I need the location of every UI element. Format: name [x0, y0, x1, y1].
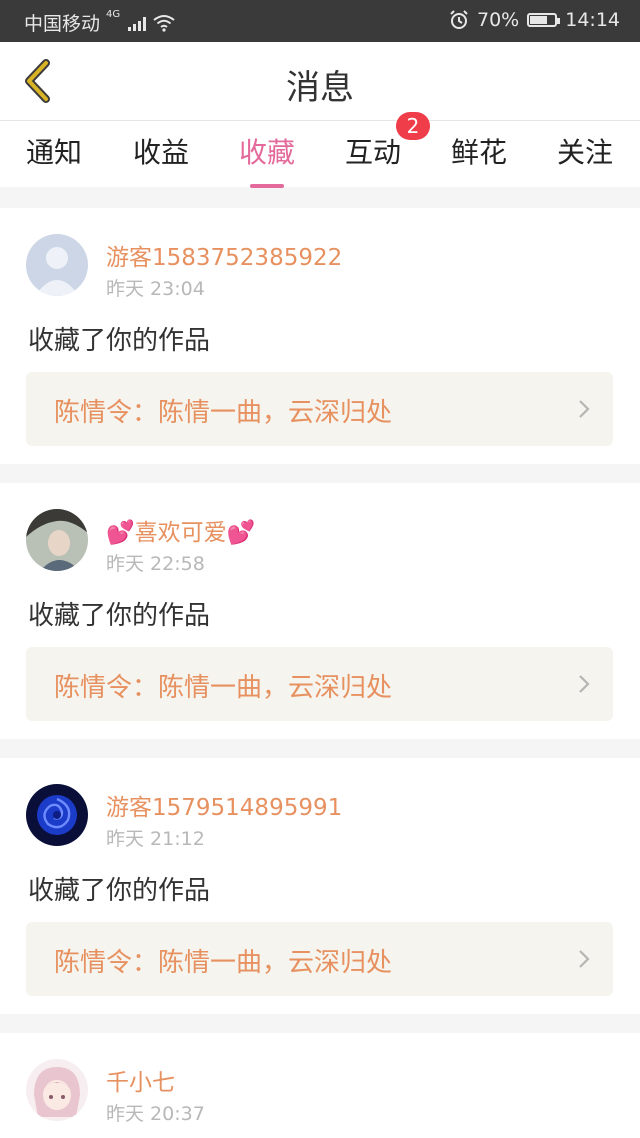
- tab-following[interactable]: 关注: [532, 131, 638, 171]
- tab-label: 收益: [132, 136, 189, 169]
- network-type: 4G: [106, 9, 121, 20]
- battery-icon: [527, 13, 561, 27]
- carrier-label: 中国移动: [24, 13, 101, 35]
- tab-label: 收藏: [238, 136, 295, 169]
- username[interactable]: 千小七: [106, 1063, 175, 1097]
- timestamp: 昨天 23:04: [106, 278, 205, 300]
- tab-earnings[interactable]: 收益: [108, 131, 214, 171]
- chevron-right-icon: [579, 675, 590, 693]
- unread-badge: 2: [396, 112, 430, 140]
- tab-flowers[interactable]: 鲜花: [426, 131, 532, 171]
- message-card: 游客1579514895991 昨天 21:12 收藏了你的作品 陈情令：陈情一…: [0, 758, 640, 1014]
- alarm-icon: [450, 10, 468, 29]
- message-text: 收藏了你的作品: [28, 326, 211, 356]
- message-text: 收藏了你的作品: [28, 876, 211, 906]
- tab-label: 鲜花: [450, 136, 507, 169]
- avatar[interactable]: [26, 784, 88, 846]
- avatar[interactable]: [26, 1059, 88, 1121]
- work-link[interactable]: 陈情令：陈情一曲，云深归处: [26, 922, 613, 996]
- username[interactable]: 💕喜欢可爱💕: [106, 513, 255, 547]
- timestamp: 昨天 22:58: [106, 553, 205, 575]
- username[interactable]: 游客1583752385922: [106, 238, 342, 272]
- clock: 14:14: [565, 9, 620, 31]
- message-card: 千小七 昨天 20:37: [0, 1033, 640, 1138]
- work-title: 陈情令：陈情一曲，云深归处: [54, 948, 393, 978]
- tab-bar: 通知 收益 收藏 互动 鲜花 关注: [0, 121, 640, 188]
- chevron-right-icon: [579, 400, 590, 418]
- battery-percent: 70%: [477, 9, 520, 31]
- user-photo-icon: [26, 509, 88, 571]
- work-title: 陈情令：陈情一曲，云深归处: [54, 398, 393, 428]
- anime-avatar-icon: [26, 1059, 88, 1121]
- nav-bar: 消息: [0, 42, 640, 121]
- work-title: 陈情令：陈情一曲，云深归处: [54, 673, 393, 703]
- tab-favorites[interactable]: 收藏: [214, 131, 320, 188]
- username[interactable]: 游客1579514895991: [106, 788, 342, 822]
- wifi-icon: [153, 14, 175, 32]
- message-card: 💕喜欢可爱💕 昨天 22:58 收藏了你的作品 陈情令：陈情一曲，云深归处: [0, 483, 640, 739]
- message-text: 收藏了你的作品: [28, 601, 211, 631]
- chevron-right-icon: [579, 950, 590, 968]
- message-card: 游客1583752385922 昨天 23:04 收藏了你的作品 陈情令：陈情一…: [0, 208, 640, 464]
- page-title: 消息: [286, 68, 354, 108]
- avatar[interactable]: [26, 509, 88, 571]
- tab-notifications[interactable]: 通知: [1, 131, 107, 171]
- default-avatar-icon: [26, 234, 88, 296]
- tab-label: 互动: [344, 136, 401, 169]
- status-bar: 中国移动 4G 70% 14:14: [0, 0, 640, 42]
- tab-label: 通知: [25, 136, 82, 169]
- timestamp: 昨天 20:37: [106, 1103, 205, 1125]
- timestamp: 昨天 21:12: [106, 828, 205, 850]
- signal-icon: [128, 15, 147, 31]
- active-tab-indicator: [250, 184, 284, 188]
- blue-rose-icon: [26, 784, 88, 846]
- avatar[interactable]: [26, 234, 88, 296]
- work-link[interactable]: 陈情令：陈情一曲，云深归处: [26, 647, 613, 721]
- work-link[interactable]: 陈情令：陈情一曲，云深归处: [26, 372, 613, 446]
- tab-label: 关注: [556, 136, 613, 169]
